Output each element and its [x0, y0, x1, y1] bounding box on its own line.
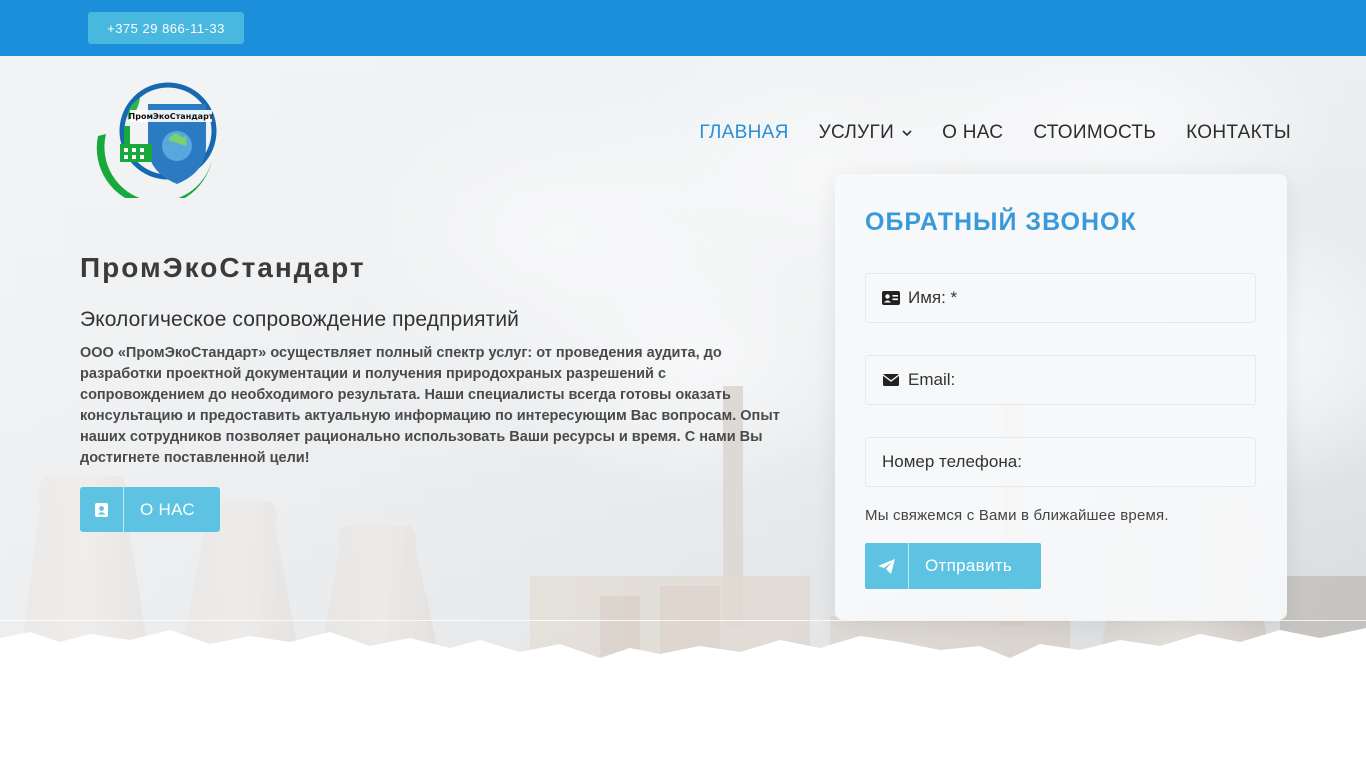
name-placeholder: Имя: *	[908, 288, 958, 307]
top-bar: +375 29 866-11-33	[0, 0, 1366, 56]
nav-item-about[interactable]: О НАС	[942, 122, 1003, 144]
about-button[interactable]: О НАС	[80, 487, 220, 532]
name-input[interactable]: Имя: *	[865, 273, 1256, 323]
nav-item-pricing[interactable]: СТОИМОСТЬ	[1033, 122, 1156, 144]
phone-input[interactable]: Номер телефона:	[865, 437, 1256, 487]
contact-book-icon	[80, 487, 124, 532]
torn-paper-edge	[0, 628, 1366, 678]
submit-button-label: Отправить	[925, 556, 1012, 575]
phone-placeholder: Номер телефона:	[882, 452, 1022, 471]
company-logo-icon[interactable]: ПромЭкоСтандарт	[88, 76, 224, 198]
about-button-label: О НАС	[140, 499, 195, 519]
nav-item-services[interactable]: УСЛУГИ	[819, 122, 912, 144]
hero-description: ООО «ПромЭкоСтандарт» осуществляет полны…	[80, 345, 780, 466]
brand-heading: ПромЭкоСтандарт	[80, 252, 366, 283]
main-nav: ГЛАВНАЯ УСЛУГИ О НАС СТОИМОСТЬ КОНТАКТЫ	[699, 122, 1291, 144]
envelope-icon	[882, 374, 900, 386]
email-placeholder: Email:	[908, 370, 956, 389]
logo-text: ПромЭкоСтандарт	[129, 112, 214, 121]
paper-plane-icon	[865, 543, 909, 589]
email-input[interactable]: Email:	[865, 355, 1256, 405]
nav-item-contacts[interactable]: КОНТАКТЫ	[1186, 122, 1291, 144]
chevron-down-icon	[902, 130, 912, 137]
nav-item-home[interactable]: ГЛАВНАЯ	[699, 122, 788, 144]
form-title: ОБРАТНЫЙ ЗВОНОК	[865, 208, 1137, 236]
id-card-icon	[882, 291, 900, 305]
hero-subtitle: Экологическое сопровождение предприятий	[80, 308, 520, 331]
callback-form-card: ОБРАТНЫЙ ЗВОНОК Имя: * Email: Номер теле…	[835, 174, 1287, 620]
phone-button[interactable]: +375 29 866-11-33	[88, 12, 244, 44]
form-note: Мы свяжемся с Вами в ближайшее время.	[865, 507, 1169, 524]
submit-button[interactable]: Отправить	[865, 543, 1041, 589]
